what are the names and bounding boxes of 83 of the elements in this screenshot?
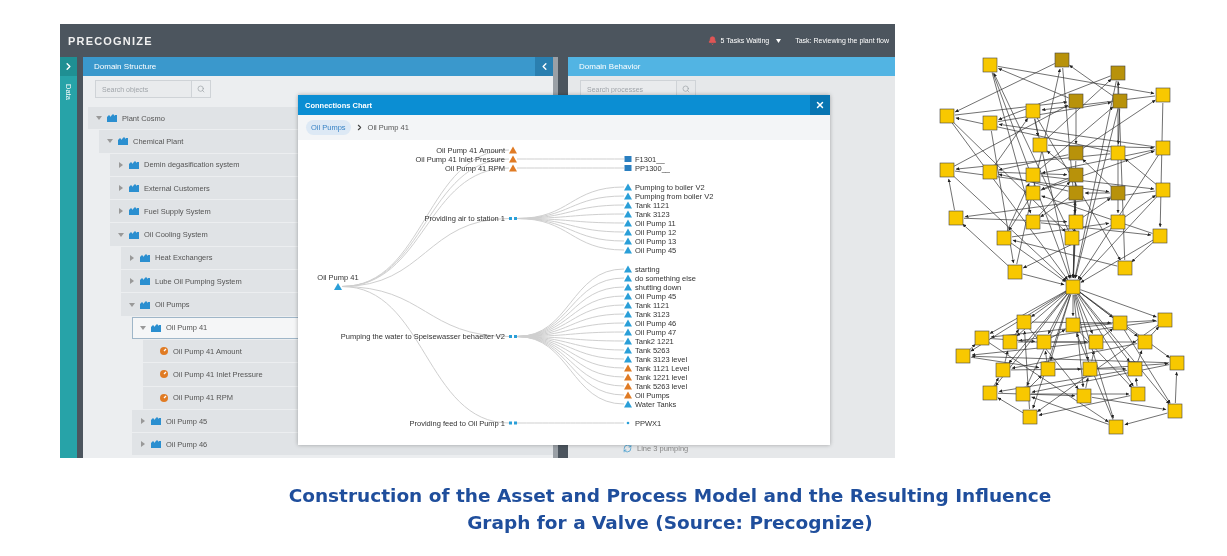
panel-title: Domain Structure [94, 62, 157, 71]
graph-node [1016, 314, 1032, 330]
graph-node [1127, 361, 1143, 377]
graph-node [1155, 182, 1171, 198]
graph-node [939, 162, 955, 178]
graph-node [1112, 93, 1128, 109]
graph-node [996, 230, 1012, 246]
building-icon [129, 230, 139, 239]
chevron-right-icon [63, 61, 74, 72]
graph-node [1025, 103, 1041, 119]
graph-node [1002, 334, 1018, 350]
graph-node [1032, 137, 1048, 153]
graph-node [1167, 403, 1183, 419]
graph-node [939, 108, 955, 124]
search-icon [197, 85, 205, 93]
graph-node [1068, 93, 1084, 109]
graph-node [1110, 65, 1126, 81]
graph-node [1064, 230, 1080, 246]
graph-node [1068, 214, 1084, 230]
building-icon [129, 160, 139, 169]
graph-node [1137, 334, 1153, 350]
building-icon [129, 207, 139, 216]
graph-node [1110, 214, 1126, 230]
close-button[interactable] [810, 95, 830, 115]
graph-node [1065, 279, 1081, 295]
logo: PRECOGNIZE [68, 34, 153, 47]
graph-node [1040, 361, 1056, 377]
graph-node [948, 210, 964, 226]
graph-node [1155, 140, 1171, 156]
building-icon [107, 114, 117, 123]
graph-node [1082, 361, 1098, 377]
graph-node [1068, 145, 1084, 161]
building-icon [129, 184, 139, 193]
graph-node [1152, 228, 1168, 244]
building-icon [140, 300, 150, 309]
graph-node [1025, 214, 1041, 230]
graph-node [1108, 419, 1124, 435]
graph-node [1015, 386, 1031, 402]
graph-node [1007, 264, 1023, 280]
panel-title: Domain Behavior [579, 62, 641, 71]
building-icon [140, 277, 150, 286]
graph-node [1025, 185, 1041, 201]
refresh-icon [623, 444, 632, 453]
search-button[interactable] [191, 80, 211, 98]
search-icon [682, 85, 690, 93]
graph-node [955, 348, 971, 364]
graph-node [1054, 52, 1070, 68]
caret-icon[interactable] [776, 38, 782, 43]
graph-node [982, 57, 998, 73]
graph-node [982, 385, 998, 401]
figure-caption: Construction of the Asset and Process Model and the Resulting Influence Graph for a Valve (Source: Precognize) [287, 484, 1053, 535]
building-icon [140, 253, 150, 262]
graph-node [1022, 409, 1038, 425]
graph-node [1068, 185, 1084, 201]
graph-node [1110, 185, 1126, 201]
graph-node [1112, 315, 1128, 331]
graph-node [1025, 167, 1041, 183]
graph-node [995, 362, 1011, 378]
graph-node [1130, 386, 1146, 402]
graph-node [1110, 145, 1126, 161]
graph-node [982, 115, 998, 131]
graph-node [1065, 317, 1081, 333]
graph-node [1088, 334, 1104, 350]
graph-node [1036, 334, 1052, 350]
graph-node [974, 330, 990, 346]
graph-node [1169, 355, 1185, 371]
building-icon [151, 417, 161, 425]
graph-node [982, 164, 998, 180]
bell-icon[interactable] [707, 36, 717, 45]
graph-node [1076, 388, 1092, 404]
building-icon [151, 323, 161, 332]
graph-node [1157, 312, 1173, 328]
graph-node [1117, 260, 1133, 276]
building-icon [151, 440, 161, 449]
close-icon [815, 100, 825, 110]
expand-button[interactable] [60, 57, 77, 76]
graph-node [1068, 167, 1084, 183]
gauge-icon [160, 347, 168, 356]
collapse-button[interactable] [535, 57, 553, 76]
graph-node [1155, 87, 1171, 103]
gauge-icon [160, 393, 168, 402]
building-icon [118, 137, 128, 146]
gauge-icon [160, 370, 168, 379]
